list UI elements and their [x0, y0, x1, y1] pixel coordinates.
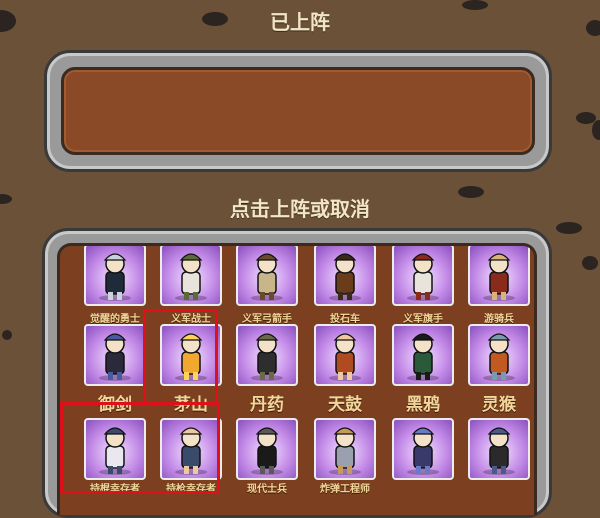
roster-instruction: 点击上阵或取消 [230, 197, 370, 221]
unit-label: 现代士兵 [247, 484, 287, 495]
unit-card[interactable]: 黑鸦 [392, 324, 454, 415]
unit-card[interactable]: 御剑 [84, 324, 146, 415]
elixir-icon [236, 324, 298, 386]
unit-label: 灵猴 [482, 395, 516, 415]
unit-label: 游骑兵 [484, 314, 514, 325]
rock-decoration [592, 120, 600, 140]
modern-soldier-icon [236, 418, 298, 480]
crow-warrior-icon [392, 324, 454, 386]
unit-label: 义军弓箭手 [242, 314, 292, 325]
rock-decoration [2, 330, 12, 340]
unit-card[interactable]: 天鼓 [314, 324, 376, 415]
monkey-icon [468, 324, 530, 386]
unit-label: 丹药 [250, 395, 284, 415]
unit-label: 炸弹工程师 [320, 484, 370, 495]
archer-icon [236, 246, 298, 306]
drummer-icon [314, 324, 376, 386]
catapult-icon [314, 246, 376, 306]
rock-decoration [556, 222, 582, 234]
ranger-icon [468, 246, 530, 306]
selection-highlight [143, 309, 218, 405]
knight-icon [84, 246, 146, 306]
unit-card[interactable] [392, 418, 454, 488]
deployed-panel [44, 50, 552, 172]
selection-highlight [60, 402, 220, 494]
sword-flyer-icon [84, 324, 146, 386]
cowboy-icon [468, 418, 530, 480]
unit-label: 义军旗手 [403, 314, 443, 325]
bomb-engineer-icon [314, 418, 376, 480]
unit-label: 天鼓 [328, 395, 362, 415]
soldier-icon [160, 246, 222, 306]
deployed-slot-area[interactable] [61, 67, 535, 155]
unit-card[interactable]: 炸弹工程师 [314, 418, 376, 495]
deployed-title: 已上阵 [270, 10, 330, 34]
unit-card[interactable] [468, 418, 530, 488]
unit-label: 黑鸦 [406, 395, 440, 415]
unit-card[interactable]: 灵猴 [468, 324, 530, 415]
unit-label: 投石车 [330, 314, 360, 325]
unit-card[interactable]: 丹药 [236, 324, 298, 415]
flag-bearer-icon [392, 246, 454, 306]
unit-card[interactable]: 现代士兵 [236, 418, 298, 495]
rock-decoration [582, 256, 598, 270]
drone-icon [392, 418, 454, 480]
